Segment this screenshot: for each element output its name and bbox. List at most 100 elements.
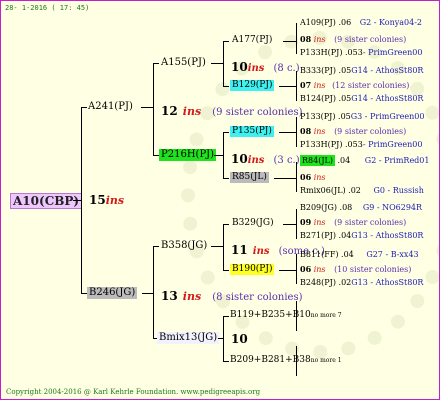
grandparent-queen[interactable]: P216H(PJ) xyxy=(159,149,217,161)
g4-queen-row[interactable]: Rmix06(JL) .02 G0 - Russish xyxy=(300,187,424,195)
g4-queen-row[interactable]: B248(PJ) .02G13 - AthosSt80R xyxy=(300,279,423,287)
g4-queen-row[interactable]: A109(PJ) .06 G2 - Konya04-2 xyxy=(300,19,422,27)
tree-line xyxy=(81,107,87,108)
g4-queen-row[interactable]: B209(JG) .08 G9 - NO6294R xyxy=(300,204,422,212)
g4-sister-count: (10 sister colonies) xyxy=(334,265,412,274)
g4-queen-row[interactable]: B124(PJ) .05G14 - AthosSt80R xyxy=(300,95,423,103)
g4-coefficient: .04 xyxy=(338,231,352,240)
tree-line xyxy=(223,178,229,179)
tree-line xyxy=(296,254,297,284)
g4-queen-row[interactable]: P133(PJ) .05G3 - PrimGreen00 xyxy=(300,113,424,121)
grandparent-queen[interactable]: Bmix13(JG) xyxy=(157,332,220,344)
g4-queen-row[interactable]: B333(PJ) .05G14 - AthosSt80R xyxy=(300,67,423,75)
g4-coefficient: .08 xyxy=(339,203,353,212)
g4-lineage: G13 - AthosSt80R xyxy=(351,231,424,240)
ggparent-id: B209+B281+B38 xyxy=(230,355,311,365)
g4-coefficient: .05 xyxy=(338,94,352,103)
g4-queen-id: B248(PJ) xyxy=(300,278,336,287)
tree-line xyxy=(153,63,154,155)
g4-queen-id: B209(JG) xyxy=(300,203,337,212)
g4-lineage: G13 - AthosSt80R xyxy=(351,278,424,287)
g4-queen-row[interactable]: B811(FF) .04 G27 - B-xx43 xyxy=(300,251,419,259)
g4-queen-row[interactable]: R84(JL) .04 G2 - PrimRed01 xyxy=(300,155,430,166)
tree-line xyxy=(153,63,159,64)
pedigree-panel: 28- 1-2016 ( 17: 45) A10(CBP) 15ins A241… xyxy=(0,0,440,400)
ggparent-queen[interactable]: A177(PJ) xyxy=(232,36,272,45)
tree-line xyxy=(283,224,297,225)
tree-line xyxy=(223,224,229,225)
g4-generation-row: 06 ins xyxy=(300,173,326,182)
parent-ins-label: ins xyxy=(182,105,202,118)
ggparent-suffix: no more 7 xyxy=(310,312,342,319)
tree-line xyxy=(214,155,224,156)
ggparent-queen[interactable]: R85(JL) xyxy=(230,172,269,183)
parent-generation: 12 ins (9 sister colonies) xyxy=(161,102,303,118)
g4-lineage: G27 - B-xx43 xyxy=(366,250,419,259)
g4-lineage: G3 - PrimGreen00 xyxy=(350,112,425,121)
parent-queen[interactable]: B246(JG) xyxy=(87,287,138,299)
footer-copyright: Copyright 2004-2016 @ Karl Kehrle Founda… xyxy=(6,388,261,396)
tree-line xyxy=(274,178,297,179)
root-queen[interactable]: A10(CBP) xyxy=(10,193,83,209)
ggparent-queen[interactable]: P135(PJ) xyxy=(230,126,274,137)
g4-number: 08 xyxy=(300,126,312,136)
parent-number: 13 xyxy=(161,289,178,303)
g4-sister-count: (9 sister colonies) xyxy=(334,35,407,44)
g4-generation-row: 09 ins (9 sister colonies) xyxy=(300,218,406,227)
g4-queen-id: R84(JL) xyxy=(300,155,335,166)
g4-number: 07 xyxy=(300,80,312,90)
tree-line xyxy=(223,316,229,317)
g4-sister-count: (9 sister colonies) xyxy=(334,127,407,136)
g4-lineage: G0 - Russish xyxy=(373,186,424,195)
ggparent-id: B119+B235+B10 xyxy=(230,310,311,320)
tree-line xyxy=(223,41,229,42)
g4-ins-label: ins xyxy=(313,218,326,227)
tree-line xyxy=(296,301,297,331)
parent-queen[interactable]: A241(PJ) xyxy=(88,102,133,112)
tree-line xyxy=(296,162,297,192)
grandparent-queen[interactable]: B358(JG) xyxy=(161,241,207,251)
g4-coefficient: .053 xyxy=(345,48,363,57)
g4-lineage: G9 - NO6294R xyxy=(362,203,423,212)
g4-coefficient: .053 xyxy=(345,140,363,149)
tree-line xyxy=(153,246,159,247)
ggparent-suffix: no more 1 xyxy=(310,357,342,364)
g4-queen-row[interactable]: P133H(PJ) .053- PrimGreen00 xyxy=(300,141,422,149)
g4-queen-id: B811(FF) xyxy=(300,250,339,259)
g4-queen-id: P133H(PJ) xyxy=(300,48,343,57)
g4-generation-row: 07 ins (12 sister colonies) xyxy=(300,81,409,90)
ggparent-queen[interactable]: B129(PJ) xyxy=(230,80,275,91)
g4-number: 08 xyxy=(300,34,312,44)
g4-queen-id: A109(PJ) xyxy=(300,18,336,27)
ggparent-queen[interactable]: B119+B235+B10no more 7 xyxy=(230,311,342,320)
parent-number: 12 xyxy=(161,104,178,118)
g4-queen-row[interactable]: P133H(PJ) .053- PrimGreen00 xyxy=(300,49,422,57)
g4-coefficient: .05 xyxy=(338,112,351,121)
g4-lineage: G2 - Konya04-2 xyxy=(359,18,422,27)
g4-lineage: G2 - PrimRed01 xyxy=(364,156,430,165)
g4-lineage: G14 - AthosSt80R xyxy=(351,66,424,75)
ggparent-queen[interactable]: B329(JG) xyxy=(232,219,274,228)
g4-ins-label: ins xyxy=(313,81,326,90)
g4-number: 09 xyxy=(300,217,312,227)
grandparent-number: 10 xyxy=(231,60,248,74)
g4-queen-id: P133H(PJ) xyxy=(300,140,343,149)
tree-line xyxy=(223,270,229,271)
g4-lineage: - PrimGreen00 xyxy=(362,48,423,57)
tree-line xyxy=(211,246,224,247)
g4-queen-id: B124(PJ) xyxy=(300,94,336,103)
root-generation: 15ins xyxy=(89,194,124,206)
grandparent-ins-label: ins xyxy=(252,246,270,257)
g4-coefficient: .04 xyxy=(341,250,354,259)
tree-line xyxy=(279,132,297,133)
date-stamp: 28- 1-2016 ( 17: 45) xyxy=(5,4,90,12)
g4-queen-id: B271(PJ) xyxy=(300,231,336,240)
ggparent-queen[interactable]: B209+B281+B38no more 1 xyxy=(230,356,342,365)
ggparent-queen[interactable]: B190(PJ) xyxy=(230,264,275,275)
tree-line xyxy=(223,224,224,270)
root-ins-label: ins xyxy=(105,194,125,207)
grandparent-queen[interactable]: A155(PJ) xyxy=(161,58,206,68)
g4-queen-row[interactable]: B271(PJ) .04G9 - NO6294RG13 - AthosSt80R xyxy=(300,232,423,240)
grandparent-number: 10 xyxy=(231,332,248,346)
grandparent-ins-label: ins xyxy=(247,155,265,166)
